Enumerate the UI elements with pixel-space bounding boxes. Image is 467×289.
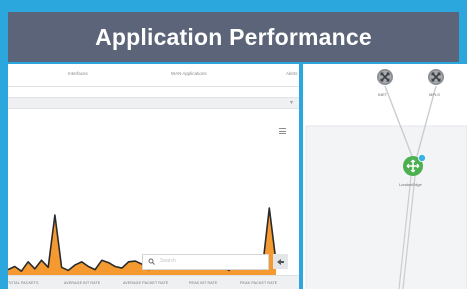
column-header-average-packet-rate[interactable]: AVERAGE PACKET RATE	[123, 281, 168, 285]
chevron-down-icon: ▾	[289, 100, 293, 106]
tab-bar: Interfaces WAN Applications Alerts	[8, 64, 299, 87]
column-header-peak-bit-rate[interactable]: PEAK BIT RATE	[189, 281, 217, 285]
router-icon[interactable]	[377, 69, 393, 85]
node-label-londonedge: LondonEdge	[399, 182, 422, 187]
search-input[interactable]: Search	[142, 254, 269, 270]
export-button[interactable]	[273, 254, 288, 269]
node-label-inet: INET	[378, 92, 388, 97]
node-label-mpls: MPLS	[429, 92, 440, 97]
search-icon	[148, 258, 155, 265]
performance-panel: Interfaces WAN Applications Alerts ▾ 10:…	[8, 64, 299, 289]
topology-diagram	[305, 69, 467, 289]
banner-title: Application Performance	[95, 23, 372, 50]
site-container	[305, 125, 467, 289]
tab-wan-applications[interactable]: WAN Applications	[171, 71, 207, 76]
column-header-total-packets[interactable]: TOTAL PACKETS	[8, 281, 39, 285]
slide-frame: Application Performance Interfaces WAN A…	[0, 0, 467, 289]
column-header-peak-packet-rate[interactable]: PEAK PACKET RATE	[240, 281, 277, 285]
menu-icon[interactable]	[279, 128, 286, 134]
search-placeholder: Search	[160, 258, 176, 264]
table-header: TOTAL PACKETS AVERAGE BIT RATE AVERAGE P…	[8, 275, 299, 289]
application-select[interactable]: ▾	[8, 97, 299, 109]
banner: Application Performance	[8, 12, 459, 62]
export-icon	[277, 258, 284, 265]
tab-alerts[interactable]: Alerts	[286, 71, 298, 76]
column-header-average-bit-rate[interactable]: AVERAGE BIT RATE	[64, 281, 100, 285]
tab-interfaces[interactable]: Interfaces	[68, 71, 88, 76]
topology-panel: INET MPLS LondonEdge	[303, 64, 467, 289]
router-icon[interactable]	[428, 69, 444, 85]
